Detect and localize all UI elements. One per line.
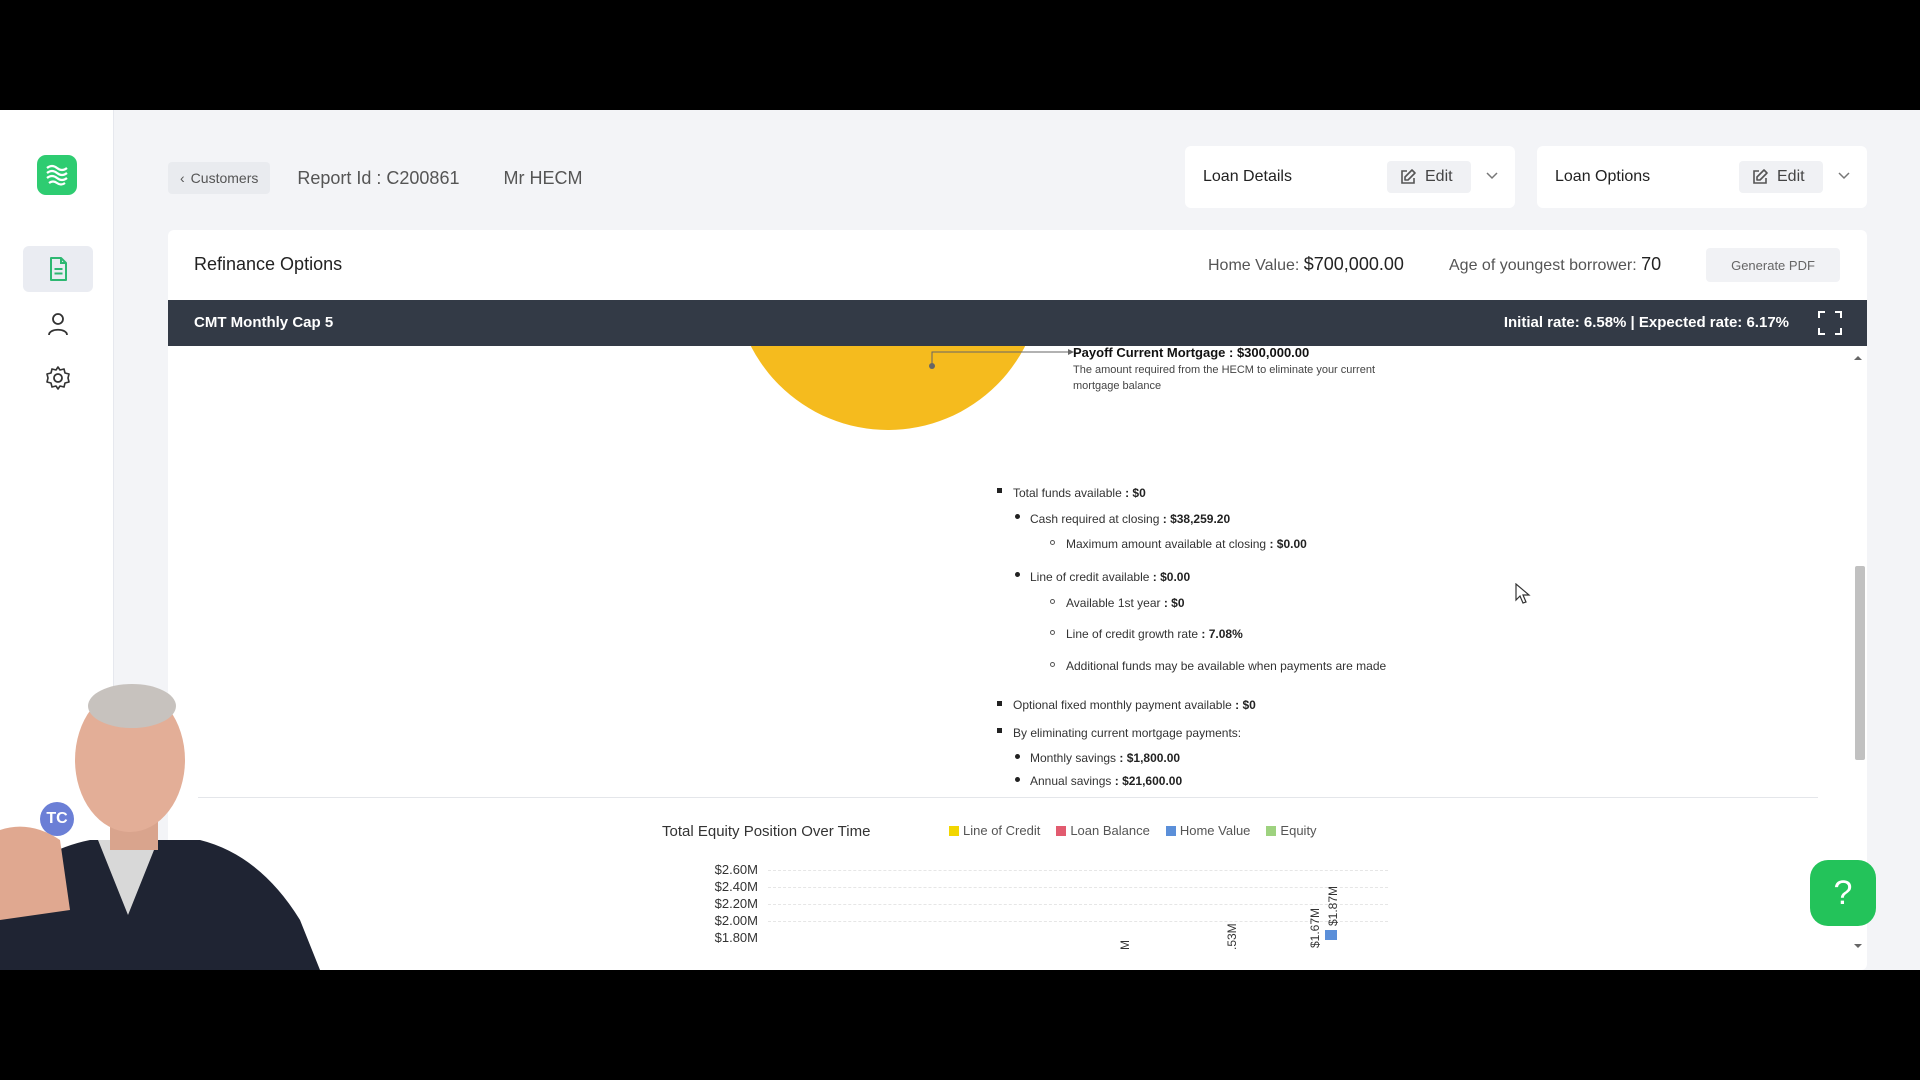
sidebar-item-customers[interactable]: [23, 301, 93, 347]
breadcrumb: ‹ Customers Report Id : C200861 Mr HECM: [168, 162, 582, 194]
list-item: Monthly savings : $1,800.00: [1030, 751, 1181, 765]
help-button[interactable]: ?: [1810, 860, 1876, 926]
youngest-borrower-age: Age of youngest borrower: 70: [1449, 254, 1661, 275]
loan-details-title: Loan Details: [1203, 168, 1292, 185]
home-value-label: Home Value:: [1208, 257, 1300, 274]
bullet: [1050, 630, 1055, 635]
gridline: [768, 904, 1388, 906]
bullet: [1050, 662, 1055, 667]
list-item: Maximum amount available at closing : $0…: [1066, 537, 1307, 551]
bullet: [1015, 572, 1020, 577]
strategy-name: CMT Monthly Cap 5: [194, 314, 334, 331]
question-mark-icon: ?: [1833, 873, 1853, 912]
list-item: Available 1st year : $0: [1066, 596, 1185, 610]
bullet: [997, 728, 1002, 733]
user-icon: [48, 313, 68, 336]
customer-name: Mr HECM: [503, 167, 583, 188]
legend-item-line-of-credit[interactable]: Line of Credit: [949, 823, 1040, 838]
refinance-panel: Refinance Options Home Value: $700,000.0…: [168, 230, 1867, 970]
chevron-left-icon: ‹: [180, 170, 185, 186]
y-axis-tick: $2.40M: [714, 879, 758, 894]
y-axis-tick: $2.20M: [714, 896, 758, 911]
payoff-description: The amount required from the HECM to eli…: [1073, 364, 1376, 392]
legend-item-equity[interactable]: Equity: [1266, 823, 1317, 838]
list-item: Annual savings : $21,600.00: [1030, 774, 1183, 788]
legend-swatch: [949, 825, 959, 836]
list-item: Additional funds may be available when p…: [1066, 659, 1387, 673]
home-value-bar: [1325, 930, 1337, 940]
y-axis-tick: $2.60M: [714, 862, 758, 877]
gridline: [768, 887, 1388, 889]
strategy-content[interactable]: Payoff Current Mortgage : $300,000.00 Th…: [168, 346, 1867, 970]
payoff-leader-line: [929, 349, 1074, 369]
list-item: By eliminating current mortgage payments…: [1013, 726, 1242, 740]
back-button-label: Customers: [190, 170, 259, 186]
section-divider: [198, 797, 1818, 798]
list-item: Line of credit available : $0.00: [1030, 570, 1191, 584]
bar-label: $1.87M: [1326, 885, 1340, 926]
strategy-bar: CMT Monthly Cap 5 Initial rate: 6.58% | …: [168, 300, 1867, 346]
y-axis-tick: $1.80M: [714, 930, 758, 945]
legend-swatch: [1266, 825, 1277, 836]
edit-icon: [1401, 169, 1416, 184]
bullet: [997, 488, 1002, 493]
list-item: Cash required at closing : $38,259.20: [1030, 512, 1231, 526]
legend-item-loan-balance[interactable]: Loan Balance: [1056, 823, 1150, 838]
gridline: [768, 870, 1388, 872]
sidebar-item-reports[interactable]: [23, 246, 93, 292]
bar-label: .53M: [1225, 923, 1239, 950]
home-value: Home Value: $700,000.00: [1208, 254, 1404, 275]
legend-swatch: [1056, 825, 1067, 836]
fullscreen-icon[interactable]: [1817, 310, 1843, 336]
scrollbar-thumb[interactable]: [1855, 566, 1865, 760]
age-value: 70: [1641, 254, 1662, 274]
bullet: [1015, 777, 1020, 782]
bullet: [997, 701, 1002, 706]
scroll-down-icon[interactable]: [1853, 942, 1863, 950]
loan-options-edit-button[interactable]: Edit: [1739, 161, 1823, 193]
list-item: Optional fixed monthly payment available…: [1013, 698, 1256, 712]
y-axis-tick: $2.00M: [714, 913, 758, 928]
mouse-cursor-icon: [1515, 583, 1531, 604]
legend-item-home-value[interactable]: Home Value: [1165, 823, 1250, 838]
report-id: Report Id : C200861: [297, 167, 460, 188]
edit-label: Edit: [1777, 168, 1805, 185]
loan-details-card: Loan Details Edit: [1185, 146, 1515, 208]
bar-label: M: [1118, 940, 1132, 950]
chevron-down-icon[interactable]: [1485, 168, 1499, 182]
panel-title: Refinance Options: [194, 254, 343, 274]
bullet: [1015, 754, 1020, 759]
home-value-amount: $700,000.00: [1303, 254, 1404, 274]
list-item: Line of credit growth rate : 7.08%: [1066, 627, 1243, 641]
equity-chart-title: Total Equity Position Over Time: [662, 823, 871, 840]
loan-options-title: Loan Options: [1555, 168, 1651, 185]
payoff-label: Payoff Current Mortgage : $300,000.00: [1073, 346, 1310, 360]
list-item: Total funds available : $0: [1013, 486, 1146, 500]
chevron-down-icon[interactable]: [1837, 168, 1851, 182]
scroll-up-icon[interactable]: [1853, 354, 1863, 362]
bar-label: $1.67M: [1308, 907, 1322, 948]
sidebar-item-settings[interactable]: [23, 355, 93, 401]
back-to-customers-button[interactable]: ‹ Customers: [168, 162, 271, 194]
edit-label: Edit: [1425, 168, 1453, 185]
gear-icon: [46, 366, 70, 390]
chart-legend: Line of Credit Loan Balance Home Value E…: [949, 823, 1317, 838]
bullet: [1050, 599, 1055, 604]
edit-icon: [1753, 169, 1768, 184]
age-label: Age of youngest borrower:: [1449, 257, 1637, 274]
document-icon: [50, 257, 67, 281]
panel-header: Refinance Options Home Value: $700,000.0…: [168, 230, 1867, 300]
app-logo[interactable]: [37, 155, 77, 195]
loan-details-edit-button[interactable]: Edit: [1387, 161, 1471, 193]
logo-waves-icon: [46, 164, 68, 186]
gridline: [768, 921, 1388, 923]
presenter-webcam-overlay: [0, 684, 320, 970]
bullet: [1015, 514, 1020, 519]
rates-summary: Initial rate: 6.58% | Expected rate: 6.1…: [1503, 314, 1789, 331]
loan-options-card: Loan Options Edit: [1537, 146, 1867, 208]
bullet: [1050, 540, 1055, 545]
legend-swatch: [1165, 825, 1176, 836]
generate-pdf-button[interactable]: Generate PDF: [1706, 248, 1840, 282]
